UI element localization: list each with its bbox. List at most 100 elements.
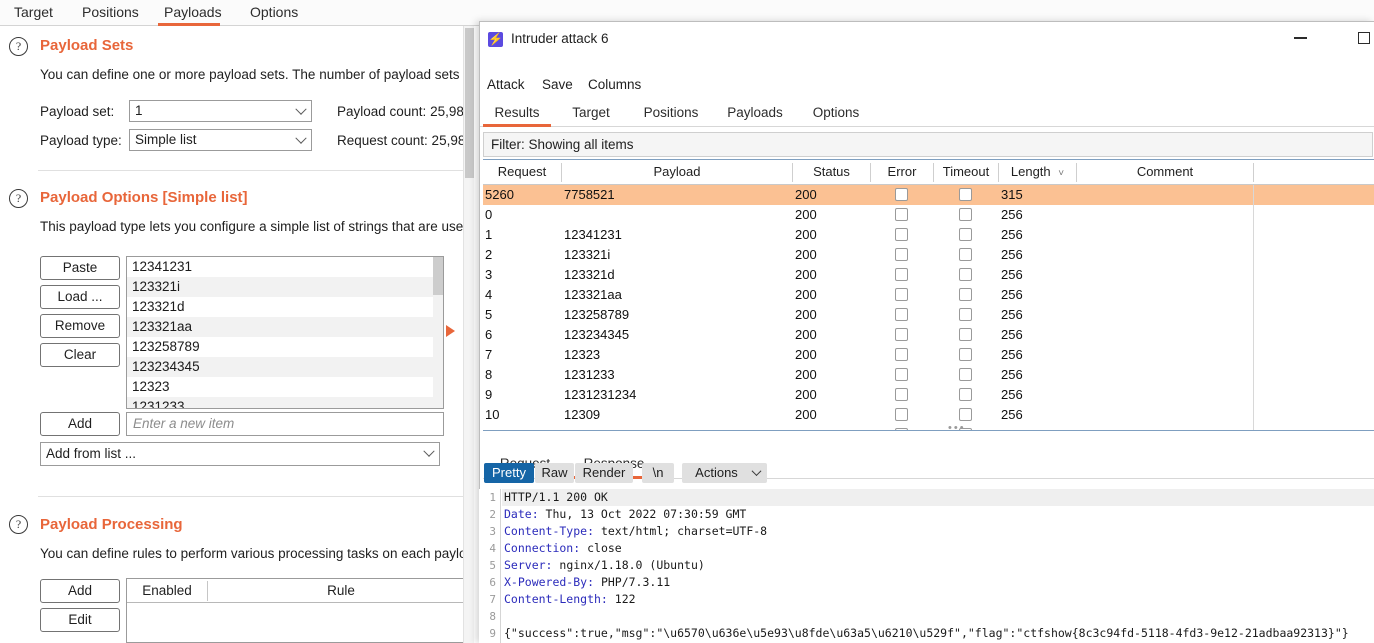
tab-options[interactable]: Options	[805, 102, 867, 127]
remove-button[interactable]: Remove	[40, 314, 120, 338]
maximize-button[interactable]	[1341, 22, 1374, 52]
menu-columns[interactable]: Columns	[588, 77, 641, 92]
tab-target[interactable]: Target	[562, 102, 620, 127]
checkbox-error[interactable]	[895, 228, 908, 241]
checkbox-timeout[interactable]	[959, 408, 972, 421]
tab-positions[interactable]: Positions	[76, 0, 144, 26]
checkbox-timeout[interactable]	[959, 368, 972, 381]
minimize-button[interactable]	[1278, 22, 1324, 52]
column-header-status[interactable]: Status	[793, 160, 870, 184]
list-item[interactable]: 123321d	[127, 297, 443, 317]
list-item[interactable]: 123321aa	[127, 317, 443, 337]
list-item[interactable]: 12341231	[127, 257, 443, 277]
column-header-length[interactable]: Length ˅	[999, 160, 1076, 184]
payload-list[interactable]: 12341231 123321i 123321d 123321aa 123258…	[126, 256, 444, 409]
tab-positions[interactable]: Positions	[634, 102, 708, 127]
add-rule-button[interactable]: Add	[40, 579, 120, 603]
checkbox-error[interactable]	[895, 208, 908, 221]
question-mark-icon[interactable]: ?	[9, 515, 28, 534]
cell-status: 200	[795, 327, 817, 342]
column-header-timeout[interactable]: Timeout	[934, 160, 998, 184]
table-row[interactable]: 2 123321i 200 256	[483, 245, 1374, 265]
menu-save[interactable]: Save	[542, 77, 573, 92]
checkbox-timeout[interactable]	[959, 248, 972, 261]
table-row[interactable]: 3 123321d 200 256	[483, 265, 1374, 285]
list-item[interactable]: 12323	[127, 377, 443, 397]
checkbox-timeout[interactable]	[959, 268, 972, 281]
raw-button[interactable]: Raw	[535, 463, 574, 483]
payload-list-scroll-thumb[interactable]	[433, 257, 443, 295]
tab-payloads[interactable]: Payloads	[722, 102, 788, 127]
question-mark-icon[interactable]: ?	[9, 37, 28, 56]
new-item-input[interactable]: Enter a new item	[126, 412, 444, 436]
checkbox-error[interactable]	[895, 188, 908, 201]
tab-results[interactable]: Results	[483, 102, 551, 127]
panel-scroll-thumb[interactable]	[465, 28, 474, 178]
clear-button[interactable]: Clear	[40, 343, 120, 367]
table-row[interactable]: 4 123321aa 200 256	[483, 285, 1374, 305]
column-header-rule[interactable]: Rule	[208, 579, 474, 602]
render-button[interactable]: Render	[575, 463, 633, 483]
table-row[interactable]: 7 12323 200 256	[483, 345, 1374, 365]
cell-length: 256	[1001, 307, 1023, 322]
column-header-request[interactable]: Request	[483, 160, 561, 184]
load-button[interactable]: Load ...	[40, 285, 120, 309]
checkbox-error[interactable]	[895, 408, 908, 421]
checkbox-error[interactable]	[895, 388, 908, 401]
checkbox-error[interactable]	[895, 368, 908, 381]
checkbox-error[interactable]	[895, 248, 908, 261]
payload-type-select[interactable]: Simple list	[129, 129, 312, 151]
checkbox-timeout[interactable]	[959, 388, 972, 401]
table-overflow-indicator: •••	[948, 422, 966, 434]
checkbox-timeout[interactable]	[959, 188, 972, 201]
checkbox-error[interactable]	[895, 288, 908, 301]
checkbox-error[interactable]	[895, 428, 908, 430]
table-row[interactable]: 6 123234345 200 256	[483, 325, 1374, 345]
table-row[interactable]: 8 1231233 200 256	[483, 365, 1374, 385]
filter-bar[interactable]: Filter: Showing all items	[483, 132, 1373, 157]
actions-button[interactable]: Actions	[682, 463, 767, 483]
list-item[interactable]: 1231233	[127, 397, 443, 408]
newline-button[interactable]: \n	[642, 463, 674, 483]
checkbox-error[interactable]	[895, 268, 908, 281]
column-header-payload[interactable]: Payload	[562, 160, 792, 184]
payload-set-select[interactable]: 1	[129, 100, 312, 122]
checkbox-error[interactable]	[895, 308, 908, 321]
checkbox-timeout[interactable]	[959, 288, 972, 301]
payload-list-scrollbar[interactable]	[433, 257, 443, 408]
response-body[interactable]: 1 2 3 4 5 6 7 8 9 HTTP/1.1 200 OK Date: Thu, 13 O…	[479, 489, 1374, 643]
list-item[interactable]: 123234345	[127, 357, 443, 377]
tab-payloads[interactable]: Payloads	[158, 0, 222, 26]
table-row[interactable]: 5 123258789 200 256	[483, 305, 1374, 325]
column-header-comment[interactable]: Comment	[1077, 160, 1253, 184]
list-item[interactable]: 123321i	[127, 277, 443, 297]
table-row[interactable]: 5260 7758521 200 315	[483, 185, 1374, 205]
pretty-button[interactable]: Pretty	[484, 463, 534, 483]
table-row[interactable]: 10 12309 200 256	[483, 405, 1374, 425]
list-item[interactable]: 123258789	[127, 337, 443, 357]
table-row[interactable]: 9 1231231234 200 256	[483, 385, 1374, 405]
table-row[interactable]: 11 123077 200 256	[483, 425, 1374, 430]
response-line: HTTP/1.1 200 OK	[502, 489, 1374, 506]
add-payload-button[interactable]: Add	[40, 412, 120, 436]
checkbox-timeout[interactable]	[959, 308, 972, 321]
table-row[interactable]: 0 200 256	[483, 205, 1374, 225]
panel-scrollbar[interactable]	[463, 26, 474, 643]
window-titlebar[interactable]: ⚡ Intruder attack 6	[480, 22, 1374, 56]
table-row[interactable]: 1 12341231 200 256	[483, 225, 1374, 245]
tab-options[interactable]: Options	[244, 0, 300, 26]
edit-rule-button[interactable]: Edit	[40, 608, 120, 632]
checkbox-timeout[interactable]	[959, 208, 972, 221]
add-from-list-select[interactable]: Add from list ...	[40, 442, 440, 466]
checkbox-error[interactable]	[895, 348, 908, 361]
question-mark-icon[interactable]: ?	[9, 189, 28, 208]
menu-attack[interactable]: Attack	[487, 77, 525, 92]
checkbox-timeout[interactable]	[959, 348, 972, 361]
column-header-enabled[interactable]: Enabled	[127, 579, 207, 602]
tab-target[interactable]: Target	[8, 0, 58, 26]
checkbox-timeout[interactable]	[959, 328, 972, 341]
checkbox-error[interactable]	[895, 328, 908, 341]
paste-button[interactable]: Paste	[40, 256, 120, 280]
column-header-error[interactable]: Error	[871, 160, 933, 184]
checkbox-timeout[interactable]	[959, 228, 972, 241]
